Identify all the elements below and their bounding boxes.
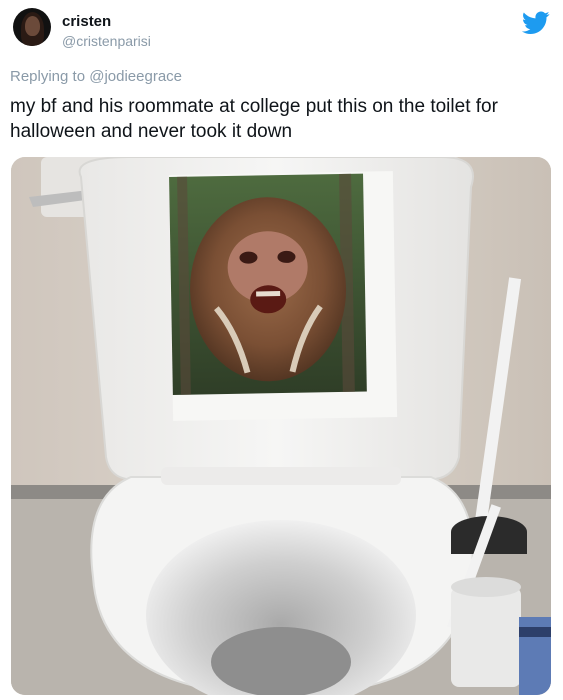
twitter-bird-icon[interactable] — [522, 11, 550, 35]
reply-context: Replying to @jodieegrace — [10, 68, 182, 85]
user-handle[interactable]: @cristenparisi — [62, 33, 151, 49]
tweet-photo[interactable] — [11, 157, 551, 695]
tweet-card: cristen @cristenparisi Replying to @jodi… — [0, 0, 563, 700]
reply-mention-link[interactable]: @jodieegrace — [89, 68, 182, 85]
display-name[interactable]: cristen — [62, 13, 111, 30]
avatar-face — [25, 16, 40, 36]
toilet-photo-illustration — [11, 157, 551, 695]
avatar[interactable] — [13, 8, 51, 46]
tweet-text: my bf and his roommate at college put th… — [10, 96, 498, 142]
reply-prefix: Replying to — [10, 68, 86, 85]
